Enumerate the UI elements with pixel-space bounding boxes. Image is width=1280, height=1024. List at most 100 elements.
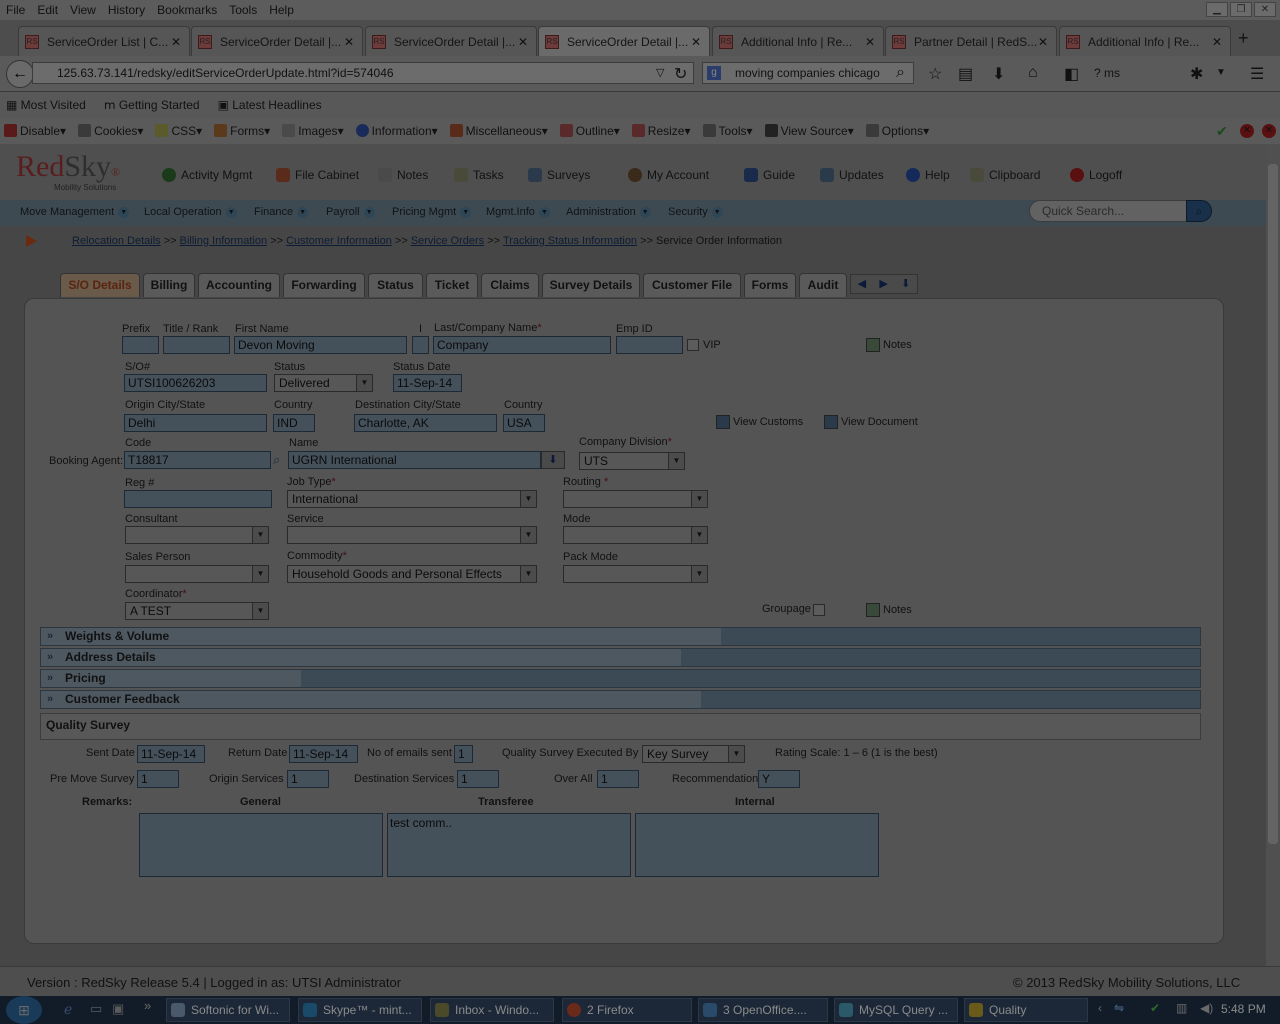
devbar-cookies[interactable]: Cookies▾ — [78, 124, 143, 138]
sales-person-select[interactable]: ▼ — [125, 565, 269, 583]
menu-edit[interactable]: Edit — [37, 3, 58, 17]
close-window-button[interactable]: ✕ — [1254, 2, 1276, 17]
scrollbar-thumb[interactable] — [1268, 164, 1278, 844]
search-icon[interactable]: ⌕ — [1186, 200, 1212, 222]
ie-icon[interactable]: ℯ — [64, 1001, 72, 1018]
browser-tab[interactable]: RS Additional Info | Re... ✕ — [1059, 26, 1231, 56]
taskbar-item[interactable]: Skype™ - mint... — [298, 998, 422, 1022]
tray-expand-icon[interactable]: ‹ — [1098, 1001, 1102, 1015]
reload-icon[interactable]: ↻ — [674, 64, 687, 84]
tab-close-icon[interactable]: ✕ — [344, 35, 354, 49]
prefix-field[interactable] — [122, 336, 159, 354]
initial-field[interactable] — [412, 336, 429, 354]
recommendation-field[interactable]: Y — [758, 770, 800, 788]
down-arrow-icon[interactable]: ⬇ — [901, 275, 910, 293]
browser-tab[interactable]: RS Partner Detail | RedS... ✕ — [885, 26, 1057, 56]
pre-move-field[interactable]: 1 — [137, 770, 179, 788]
minimize-button[interactable]: ▁ — [1206, 2, 1228, 17]
breadcrumb-customer-information[interactable]: Customer Information — [286, 235, 392, 247]
dest-country-field[interactable]: USA — [503, 414, 545, 432]
tab-claims[interactable]: Claims — [481, 273, 539, 297]
home-icon[interactable]: ⌂ — [1028, 64, 1038, 82]
devbar-images[interactable]: Images▾ — [282, 124, 344, 138]
devbar-outline[interactable]: Outline▾ — [559, 124, 620, 138]
destination-city-field[interactable]: Charlotte, AK — [354, 414, 497, 432]
destination-services-field[interactable]: 1 — [457, 770, 499, 788]
help-link[interactable]: Help — [906, 168, 950, 182]
magnifier-icon[interactable]: ⌕ — [896, 64, 905, 82]
devbar-information[interactable]: Information▾ — [355, 124, 438, 138]
company-division-select[interactable]: UTS ▼ — [579, 452, 685, 470]
menu-finance[interactable]: Finance ▼ — [254, 206, 309, 218]
bookmark-latest-headlines[interactable]: ▣ Latest Headlines — [218, 98, 322, 112]
notes-button[interactable]: Notes — [866, 603, 912, 617]
menu-mgmt-info[interactable]: Mgmt.Info ▼ — [486, 206, 550, 218]
tab-forwarding[interactable]: Forwarding — [283, 273, 365, 297]
check-icon[interactable]: ✔ — [1216, 123, 1228, 140]
menu-local-operation[interactable]: Local Operation ▼ — [144, 206, 237, 218]
reg-field[interactable] — [124, 490, 272, 508]
tasks-link[interactable]: Tasks — [454, 168, 504, 182]
taskbar-item[interactable]: Softonic for Wi... — [166, 998, 290, 1022]
next-arrow-icon[interactable]: ▶ — [879, 275, 887, 293]
browser-tab[interactable]: RS ServiceOrder Detail |... ✕ — [365, 26, 537, 56]
devbar-tools[interactable]: Tools▾ — [702, 124, 753, 138]
devbar-view-source[interactable]: View Source▾ — [764, 124, 854, 138]
taskbar-item[interactable]: Quality — [964, 998, 1088, 1022]
close-toolbar-icon[interactable]: ✕ — [1262, 124, 1276, 138]
title-field[interactable] — [163, 336, 230, 354]
pack-mode-select[interactable]: ▼ — [563, 565, 708, 583]
start-button-icon[interactable]: ⊞ — [6, 996, 42, 1024]
breadcrumb-billing-information[interactable]: Billing Information — [180, 235, 267, 247]
menu-move-management[interactable]: Move Management ▼ — [20, 206, 130, 218]
sent-date-field[interactable]: 11-Sep-14 — [137, 745, 205, 763]
origin-services-field[interactable]: 1 — [287, 770, 329, 788]
taskbar-expand-icon[interactable]: » — [144, 998, 151, 1013]
menu-view[interactable]: View — [70, 3, 96, 17]
internal-remarks-textarea[interactable] — [635, 813, 879, 877]
browser-tab-active[interactable]: RS ServiceOrder Detail |... ✕ — [538, 26, 710, 56]
menu-administration[interactable]: Administration ▼ — [566, 206, 651, 218]
bookmark-getting-started[interactable]: ⅿ Getting Started — [104, 98, 200, 112]
vertical-scrollbar[interactable] — [1266, 144, 1280, 966]
tab-accounting[interactable]: Accounting — [198, 273, 280, 297]
menu-file[interactable]: File — [6, 3, 25, 17]
status-select[interactable]: Delivered ▼ — [274, 374, 373, 392]
coordinator-select[interactable]: A TEST ▼ — [125, 602, 269, 620]
tab-survey-details[interactable]: Survey Details — [542, 273, 640, 297]
desktop-icon[interactable]: ▭ — [90, 1001, 102, 1017]
security-tray-icon[interactable]: ✔ — [1150, 1001, 1160, 1015]
routing-select[interactable]: ▼ — [563, 490, 708, 508]
notes-link[interactable]: Notes — [378, 168, 428, 182]
mode-select[interactable]: ▼ — [563, 526, 708, 544]
ms-indicator[interactable]: ? ms — [1094, 66, 1120, 80]
menu-help[interactable]: Help — [269, 3, 294, 17]
network-icon[interactable]: ▥ — [1176, 1001, 1187, 1015]
taskbar-item[interactable]: 2 Firefox — [562, 998, 692, 1022]
tab-close-icon[interactable]: ✕ — [1038, 35, 1048, 49]
tab-close-icon[interactable]: ✕ — [691, 35, 701, 49]
last-name-field[interactable]: Company — [433, 336, 611, 354]
job-type-select[interactable]: International ▼ — [287, 490, 537, 508]
devbar-misc[interactable]: Miscellaneous▾ — [449, 124, 548, 138]
so-number-field[interactable]: UTSI100626203 — [124, 374, 267, 392]
browser-tab[interactable]: RS Additional Info | Re... ✕ — [712, 26, 884, 56]
logoff-link[interactable]: Logoff — [1070, 168, 1122, 182]
menu-security[interactable]: Security ▼ — [668, 206, 723, 218]
restore-button[interactable]: ❐ — [1230, 2, 1252, 17]
tab-close-icon[interactable]: ✕ — [518, 35, 528, 49]
menu-bookmarks[interactable]: Bookmarks — [157, 3, 217, 17]
activity-mgmt-link[interactable]: Activity Mgmt — [162, 168, 252, 182]
menu-pricing-mgmt[interactable]: Pricing Mgmt ▼ — [392, 206, 472, 218]
tab-status[interactable]: Status — [368, 273, 423, 297]
consultant-select[interactable]: ▼ — [125, 526, 269, 544]
view-document-button[interactable]: View Document — [824, 415, 918, 429]
devbar-disable[interactable]: Disable▾ — [4, 124, 66, 138]
emp-id-field[interactable] — [616, 336, 683, 354]
tab-close-icon[interactable]: ✕ — [865, 35, 875, 49]
browser-tab[interactable]: RS ServiceOrder Detail |... ✕ — [191, 26, 363, 56]
error-icon[interactable]: ✕ — [1240, 124, 1254, 138]
tab-so-details[interactable]: S/O Details — [60, 273, 140, 297]
section-pricing[interactable]: » Pricing — [40, 669, 1201, 688]
tab-ticket[interactable]: Ticket — [426, 273, 478, 297]
